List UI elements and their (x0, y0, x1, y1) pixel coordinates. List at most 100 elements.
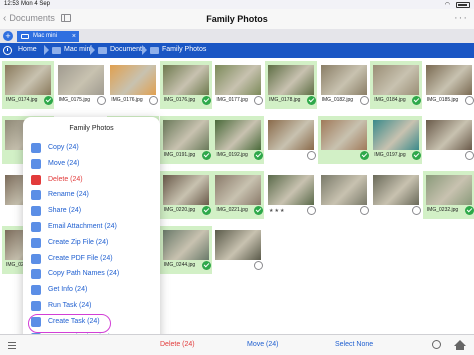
photo-thumbnail (320, 175, 367, 205)
menu-item[interactable]: Rename (24) (31, 188, 156, 202)
menu-item[interactable]: Email Attachment (24) (31, 220, 156, 234)
file-cell[interactable]: ★★★ (265, 171, 317, 219)
file-cell[interactable] (423, 116, 474, 164)
checkmark-icon[interactable] (412, 151, 422, 160)
file-name: IMG_0178.jpg (269, 97, 301, 103)
file-cell[interactable] (317, 116, 370, 164)
unchecked-circle-icon[interactable] (254, 96, 264, 105)
menu-item[interactable]: Run Task (24) (31, 299, 156, 313)
plus-icon[interactable]: + (3, 31, 13, 41)
menu-item[interactable]: Create Zip File (24) (31, 236, 156, 250)
menu-item-label: Share (24) (48, 207, 82, 215)
checkmark-icon[interactable] (254, 151, 264, 160)
unchecked-circle-icon[interactable] (307, 206, 316, 215)
photo-thumbnail (268, 65, 314, 95)
file-cell[interactable]: IMG_0176.jpg (107, 61, 159, 109)
delete-button[interactable]: Delete (24) (160, 341, 195, 348)
file-cell[interactable]: IMG_0192.jpg (212, 116, 265, 164)
pdf-icon (31, 253, 41, 264)
file-cell[interactable] (370, 171, 422, 219)
file-cell[interactable]: IMG_0178.jpg (265, 61, 317, 109)
unchecked-circle-icon[interactable] (149, 96, 159, 105)
file-cell[interactable]: IMG_0221.jpg (212, 171, 265, 219)
checkmark-icon[interactable] (201, 151, 211, 160)
breadcrumb-mac-mini[interactable]: Mac mini (64, 46, 92, 53)
menu-item[interactable]: Share (24) (31, 204, 156, 218)
checkmark-icon[interactable] (307, 96, 316, 105)
trash-icon (31, 174, 41, 185)
history-icon[interactable] (3, 46, 12, 55)
file-name: IMG_0184.jpg (374, 97, 406, 103)
menu-item[interactable]: Get Info (24) (31, 283, 156, 297)
file-name: IMG_0191.jpg (163, 152, 196, 158)
photo-thumbnail (425, 175, 472, 205)
file-cell[interactable]: IMG_0191.jpg (159, 116, 212, 164)
info-icon[interactable] (432, 340, 441, 349)
file-cell[interactable]: IMG_0185.jpg (423, 61, 474, 109)
menu-item-label: Copy Path Names (24) (48, 270, 120, 278)
file-cell[interactable]: IMG_0182.jpg (318, 61, 370, 109)
status-date: Mon 4 Sep (21, 1, 51, 7)
checkmark-icon[interactable] (254, 206, 264, 215)
breadcrumb-family-photos[interactable]: Family Photos (162, 46, 206, 53)
close-icon[interactable]: × (72, 31, 76, 42)
menu-item-label: Delete (24) (48, 175, 83, 183)
file-name: IMG_0182.jpg (321, 97, 354, 103)
home-icon[interactable] (454, 340, 466, 350)
checkmark-icon[interactable] (201, 96, 211, 105)
file-name: IMG_0177.jpg (216, 97, 248, 103)
file-cell[interactable] (318, 171, 370, 219)
rating-stars: ★★★ (269, 208, 286, 214)
battery-icon (456, 2, 470, 8)
checkmark-icon[interactable] (464, 206, 474, 215)
select-none-button[interactable]: Select None (335, 341, 373, 348)
photo-thumbnail (110, 65, 157, 95)
menu-item[interactable]: Delete (24) (31, 173, 156, 187)
file-name: IMG_0185.jpg (426, 97, 459, 103)
checkmark-icon[interactable] (201, 206, 211, 215)
move-button[interactable]: Move (24) (247, 341, 279, 348)
file-cell[interactable] (212, 226, 264, 274)
menu-item[interactable]: Copy (24) (31, 141, 156, 155)
unchecked-circle-icon[interactable] (359, 96, 369, 105)
tab-mac-mini[interactable]: Mac mini × (17, 31, 79, 42)
menu-item-label: Move (24) (48, 159, 80, 167)
unchecked-circle-icon[interactable] (96, 96, 106, 105)
menu-icon[interactable] (8, 342, 16, 349)
checkmark-icon[interactable] (412, 96, 422, 105)
tab-bar: + Mac mini × (0, 29, 474, 43)
unchecked-circle-icon[interactable] (464, 96, 474, 105)
file-cell[interactable]: IMG_0176.jpg (159, 61, 212, 109)
breadcrumb-documents[interactable]: Documents (110, 46, 145, 53)
menu-item[interactable]: Move (24) (31, 157, 156, 171)
menu-item-label: Run Task (24) (48, 302, 92, 309)
photo-thumbnail (373, 65, 420, 95)
checkmark-icon[interactable] (44, 96, 53, 105)
unchecked-circle-icon[interactable] (307, 151, 316, 160)
unchecked-circle-icon[interactable] (412, 206, 422, 215)
file-cell[interactable]: IMG_0244.jpg (159, 226, 212, 274)
unchecked-circle-icon[interactable] (254, 261, 264, 270)
ellipsis-icon[interactable]: ··· (454, 12, 468, 24)
menu-item[interactable]: Create PDF File (24) (31, 252, 156, 266)
breadcrumb-home[interactable]: Home (18, 46, 37, 53)
file-cell[interactable]: IMG_0184.jpg (370, 61, 423, 109)
checkmark-icon[interactable] (201, 261, 211, 270)
file-cell[interactable]: IMG_0174.jpg (2, 61, 54, 109)
file-cell[interactable]: IMG_0177.jpg (212, 61, 264, 109)
checkmark-icon[interactable] (359, 151, 369, 160)
photo-thumbnail (162, 230, 209, 260)
file-cell[interactable]: IMG_0220.jpg (159, 171, 212, 219)
file-cell[interactable] (265, 116, 317, 164)
unchecked-circle-icon[interactable] (464, 151, 474, 160)
highlight-ring (28, 314, 111, 333)
file-cell[interactable]: IMG_0197.jpg (370, 116, 423, 164)
photo-thumbnail (5, 65, 51, 95)
photo-thumbnail (268, 120, 314, 150)
file-cell[interactable]: IMG_0175.jpg (55, 61, 107, 109)
file-cell[interactable]: IMG_0232.jpg (422, 171, 474, 219)
unchecked-circle-icon[interactable] (359, 206, 369, 215)
tab-label: Mac mini (33, 33, 58, 39)
photo-thumbnail (162, 120, 209, 150)
menu-item[interactable]: Copy Path Names (24) (31, 267, 156, 281)
